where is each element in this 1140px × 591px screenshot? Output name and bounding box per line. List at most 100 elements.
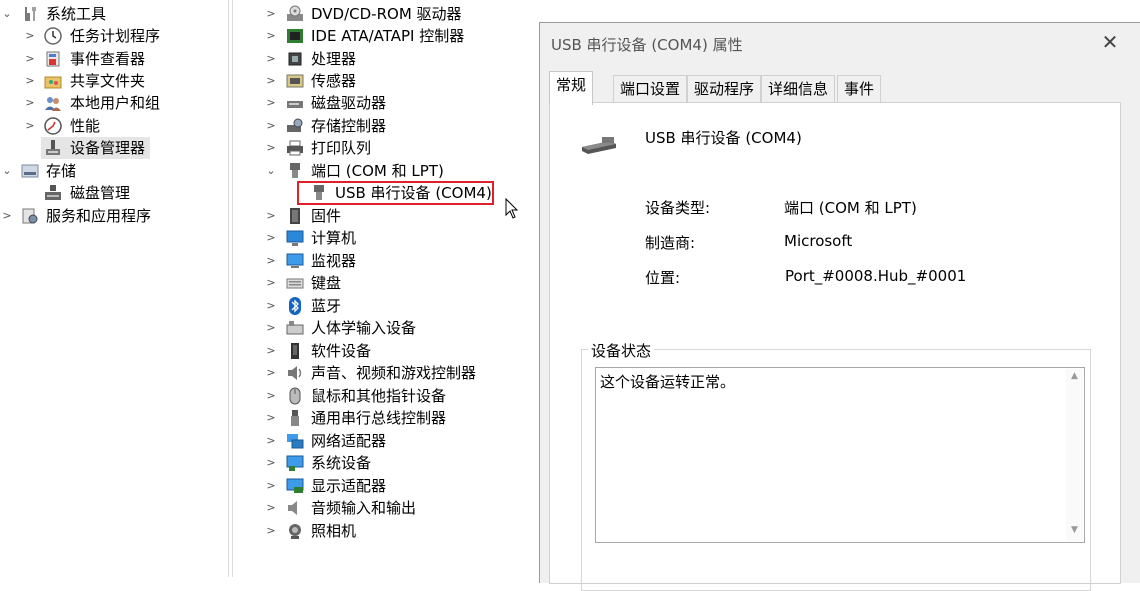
device-category-processor[interactable]: > 处理器 [234,48,534,70]
chevron-right-icon[interactable]: > [266,475,276,497]
event-viewer-icon [46,51,60,67]
tab-details[interactable]: 详细信息 [761,75,836,103]
device-category-keyboard[interactable]: > 键盘 [234,272,534,294]
system-device-icon [286,455,304,471]
chevron-right-icon[interactable]: > [266,3,276,25]
device-category-software-device[interactable]: > 软件设备 [234,340,534,362]
chevron-right-icon[interactable]: > [266,250,276,272]
scroll-up-icon[interactable]: ▲ [1066,371,1083,381]
pane-divider[interactable] [228,0,229,577]
chevron-right-icon[interactable]: > [266,227,276,249]
users-icon [45,97,61,111]
tree-item-label: 系统工具 [46,5,107,23]
device-category-label: 鼠标和其他指针设备 [311,387,447,405]
tree-item-device-manager[interactable]: 设备管理器 [0,137,228,159]
chevron-right-icon[interactable]: > [266,25,276,47]
device-category-storage-controller[interactable]: > 存储控制器 [234,115,534,137]
tab-port-settings[interactable]: 端口设置 [613,75,688,103]
monitor-icon [286,253,304,268]
device-category-computer[interactable]: > 计算机 [234,227,534,249]
chevron-right-icon[interactable]: > [25,25,35,47]
chevron-right-icon[interactable]: > [266,340,276,362]
device-category-camera[interactable]: > 照相机 [234,520,534,542]
tree-item-task-scheduler[interactable]: > 任务计划程序 [0,25,228,47]
chevron-right-icon[interactable]: > [266,115,276,137]
audio-io-icon [288,501,297,515]
device-category-network[interactable]: > 网络适配器 [234,430,534,452]
scroll-down-icon[interactable]: ▼ [1066,525,1083,535]
chevron-down-icon[interactable]: ⌄ [2,3,12,25]
chevron-right-icon[interactable]: > [25,92,35,114]
serial-port-icon [582,137,616,154]
device-category-disk-drive[interactable]: > 磁盘驱动器 [234,92,534,114]
device-category-sound[interactable]: > 声音、视频和游戏控制器 [234,362,534,384]
tree-item-services-apps[interactable]: > 服务和应用程序 [0,205,228,227]
device-category-label: 通用串行总线控制器 [311,409,447,427]
chevron-right-icon[interactable]: > [266,497,276,519]
chevron-right-icon[interactable]: > [266,452,276,474]
device-status-textbox[interactable]: 这个设备运转正常。 ▲ ▼ [595,367,1085,543]
chevron-right-icon[interactable]: > [266,317,276,339]
tree-item-event-viewer[interactable]: > 事件查看器 [0,48,228,70]
device-category-sensor[interactable]: > 传感器 [234,70,534,92]
device-category-usb[interactable]: > 通用串行总线控制器 [234,407,534,429]
chevron-right-icon[interactable]: > [266,205,276,227]
chevron-down-icon[interactable]: ⌄ [266,160,276,182]
camera-icon [289,524,301,539]
tab-events[interactable]: 事件 [837,75,882,103]
tree-item-system-tools[interactable]: ⌄ 系统工具 [0,3,228,25]
chevron-right-icon[interactable]: > [25,115,35,137]
location-value: Port_#0008.Hub_#0001 [785,267,967,285]
device-category-label: 声音、视频和游戏控制器 [311,364,477,382]
chevron-right-icon[interactable]: > [266,272,276,294]
device-category-label: 处理器 [311,50,357,68]
chevron-right-icon[interactable]: > [266,295,276,317]
tree-item-shared-folders[interactable]: > 共享文件夹 [0,70,228,92]
chevron-right-icon[interactable]: > [266,70,276,92]
device-category-monitor[interactable]: > 监视器 [234,250,534,272]
device-category-bluetooth[interactable]: > 蓝牙 [234,295,534,317]
tree-item-performance[interactable]: > 性能 [0,115,228,137]
tree-item-storage[interactable]: ⌄ 存储 [0,160,228,182]
device-category-system[interactable]: > 系统设备 [234,452,534,474]
hid-icon [286,321,304,335]
chevron-right-icon[interactable]: > [266,362,276,384]
display-adapter-icon [286,478,304,493]
device-category-label: 显示适配器 [311,477,387,495]
device-category-firmware[interactable]: > 固件 [234,205,534,227]
chevron-right-icon[interactable]: > [266,92,276,114]
tree-item-local-users-groups[interactable]: > 本地用户和组 [0,92,228,114]
tab-driver[interactable]: 驱动程序 [687,75,762,103]
pane-divider [232,0,233,577]
device-category-audio-io[interactable]: > 音频输入和输出 [234,497,534,519]
device-category-print-queue[interactable]: > 打印队列 [234,137,534,159]
chevron-right-icon[interactable]: > [266,407,276,429]
processor-icon [288,52,302,66]
chevron-right-icon[interactable]: > [266,48,276,70]
device-category-label: 蓝牙 [311,297,342,315]
device-category-ports[interactable]: ⌄ 端口 (COM 和 LPT) [234,160,534,182]
device-category-display[interactable]: > 显示适配器 [234,475,534,497]
chevron-right-icon[interactable]: > [2,205,12,227]
device-category-ide[interactable]: > IDE ATA/ATAPI 控制器 [234,25,534,47]
tab-panel-general: USB 串行设备 (COM4) 设备类型: 端口 (COM 和 LPT) 制造商… [549,102,1121,591]
device-category-hid[interactable]: > 人体学输入设备 [234,317,534,339]
device-category-mouse[interactable]: > 鼠标和其他指针设备 [234,385,534,407]
tab-general[interactable]: 常规 [549,71,594,105]
chevron-right-icon[interactable]: > [266,137,276,159]
properties-dialog: USB 串行设备 (COM4) 属性 ✕ 常规 端口设置 驱动程序 详细信息 事… [539,22,1140,591]
storage-controller-icon [287,118,303,132]
chevron-right-icon[interactable]: > [266,430,276,452]
device-category-label: 系统设备 [311,454,372,472]
chevron-right-icon[interactable]: > [25,48,35,70]
chevron-down-icon[interactable]: ⌄ [2,160,12,182]
chevron-right-icon[interactable]: > [266,520,276,542]
device-category-dvd[interactable]: > DVD/CD-ROM 驱动器 [234,3,534,25]
chevron-right-icon[interactable]: > [266,385,276,407]
close-icon[interactable]: ✕ [1101,32,1119,52]
vertical-scrollbar[interactable]: ▲ ▼ [1066,369,1083,541]
device-manager-icon [46,140,60,155]
chevron-right-icon[interactable]: > [25,70,35,92]
tree-item-disk-management[interactable]: 磁盘管理 [0,182,228,204]
device-category-label: 音频输入和输出 [311,499,417,517]
